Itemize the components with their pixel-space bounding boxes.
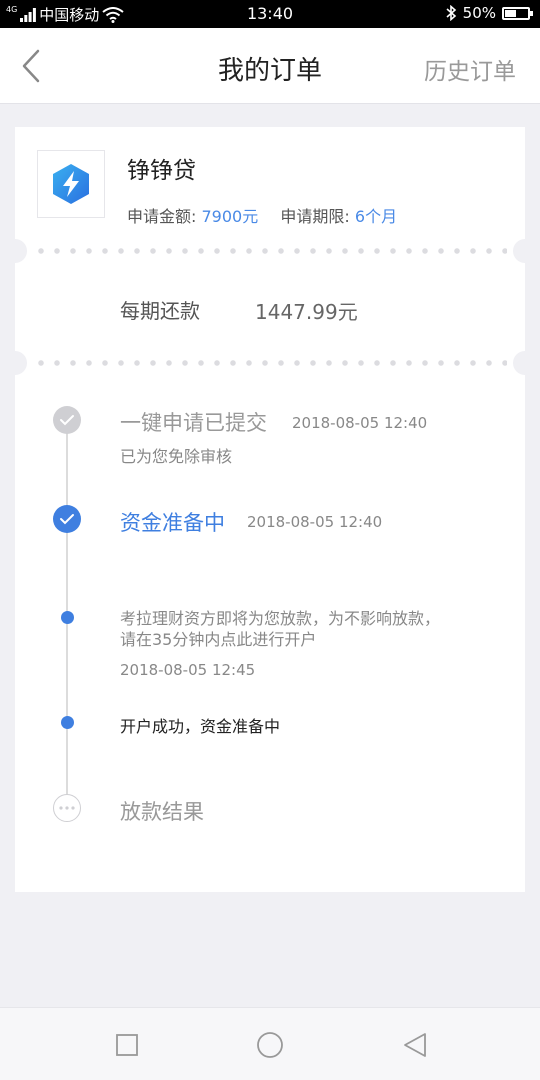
triangle-back-icon[interactable] (400, 1030, 430, 1060)
step-title: 一键申请已提交 (120, 411, 267, 435)
order-card: 铮铮贷 申请金额: 7900元 申请期限: 6个月 每期还款 1447.99元 … (3, 127, 537, 892)
circle-icon[interactable] (255, 1030, 285, 1060)
more-dots-icon (59, 806, 75, 810)
term-label: 申请期限: (280, 207, 350, 226)
term-value: 6个月 (354, 207, 398, 226)
lightning-icon (53, 164, 89, 204)
history-orders-button[interactable]: 历史订单 (424, 52, 516, 86)
check-icon (60, 514, 74, 525)
product-logo (37, 150, 105, 218)
bluetooth-icon (446, 5, 456, 21)
message-line: 考拉理财资方即将为您放款，为不影响放款， (120, 609, 441, 628)
step-title: 资金准备中 (120, 511, 225, 535)
sub-step-node (60, 716, 74, 729)
nav-bar: 我的订单 历史订单 (0, 28, 540, 104)
system-nav-bar (0, 1007, 540, 1080)
message-line: 请在35分钟内点此进行开户 (120, 630, 317, 649)
status-bar: 4G 中国移动 13:40 50% (0, 0, 540, 28)
sub-step-node (60, 611, 74, 624)
open-account-message[interactable]: 考拉理财资方即将为您放款，为不影响放款， 请在35分钟内点此进行开户 (120, 608, 440, 650)
amount-value: 7900元 (201, 207, 259, 226)
step-current-node (53, 505, 81, 533)
step-title: 放款结果 (120, 800, 204, 824)
step-time: 2018-08-05 12:45 (120, 661, 256, 679)
battery-percent: 50% (462, 4, 496, 22)
step-time: 2018-08-05 12:40 (292, 414, 428, 432)
repay-value: 1447.99元 (255, 300, 358, 324)
amount-label: 申请金额: (127, 207, 197, 226)
product-name: 铮铮贷 (127, 158, 196, 184)
application-info: 申请金额: 7900元 申请期限: 6个月 (127, 203, 397, 227)
battery-icon (502, 6, 533, 20)
repay-label: 每期还款 (120, 299, 200, 323)
step-time: 2018-08-05 12:40 (247, 513, 383, 531)
dotted-divider (3, 239, 537, 263)
dotted-divider (3, 351, 537, 375)
square-icon[interactable] (112, 1030, 142, 1060)
check-icon (60, 415, 74, 426)
account-success-message: 开户成功，资金准备中 (120, 717, 281, 736)
step-subtitle: 已为您免除审核 (120, 447, 233, 466)
step-done-node (53, 406, 81, 434)
step-pending-node (53, 794, 81, 822)
